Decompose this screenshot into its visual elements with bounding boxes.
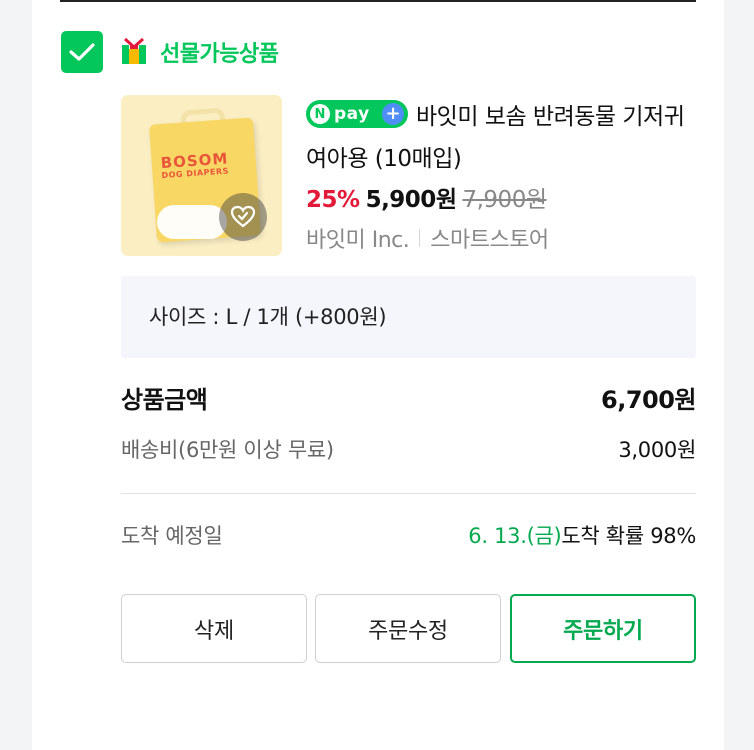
shipping-row: 배송비(6만원 이상 무료) 3,000원: [121, 434, 696, 464]
discount-rate: 25%: [306, 187, 360, 213]
seller-divider: [419, 229, 421, 247]
package-cloud: [157, 205, 227, 239]
shipping-value: 3,000원: [618, 438, 696, 462]
sale-price: 5,900원: [365, 187, 457, 213]
group-checkbox[interactable]: [61, 31, 103, 73]
original-price: 7,900원: [462, 187, 547, 213]
check-icon: [69, 43, 95, 61]
seller-row: 바잇미 Inc. 스마트스토어: [306, 222, 549, 254]
wish-button[interactable]: [219, 193, 267, 241]
group-title: 선물가능상품: [160, 42, 279, 67]
product-thumbnail[interactable]: BOSOM DOG DIAPERS: [121, 95, 282, 256]
price-row: 25% 5,900원 7,900원: [306, 180, 547, 214]
total-label: 상품금액: [121, 386, 208, 414]
eta-value: 6. 13.(금)도착 확률 98%: [468, 520, 696, 550]
npay-n-logo: N: [310, 104, 330, 124]
eta-date: 6. 13.(금): [468, 524, 562, 548]
npay-plus-badge: N pay +: [306, 100, 408, 128]
seller-name[interactable]: 바잇미 Inc.: [306, 222, 410, 254]
summary-divider: [121, 493, 696, 494]
shipping-label: 배송비(6만원 이상 무료): [121, 438, 334, 462]
eta-label: 도착 예정일: [121, 524, 223, 548]
modify-order-button[interactable]: 주문수정: [315, 594, 501, 663]
npay-plus-icon: +: [382, 103, 404, 125]
option-box: 사이즈 : L / 1개 (+800원): [121, 276, 696, 358]
gift-icon: [122, 37, 146, 64]
store-type: 스마트스토어: [430, 228, 549, 253]
option-text: 사이즈 : L / 1개 (+800원): [149, 305, 387, 329]
eta-probability: 도착 확률 98%: [561, 524, 696, 548]
npay-text: pay: [334, 104, 370, 124]
eta-row: 도착 예정일 6. 13.(금)도착 확률 98%: [121, 520, 696, 550]
heart-check-icon: [230, 205, 256, 228]
order-button[interactable]: 주문하기: [510, 594, 696, 663]
delete-button[interactable]: 삭제: [121, 594, 307, 663]
total-row: 상품금액 6,700원: [121, 380, 697, 415]
top-divider: [60, 0, 696, 2]
total-value: 6,700원: [601, 386, 697, 414]
